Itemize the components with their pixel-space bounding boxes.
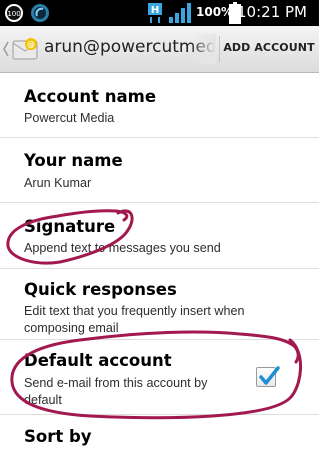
default-account-checkbox[interactable]	[256, 366, 280, 387]
svg-text:100: 100	[7, 10, 20, 18]
divider	[219, 36, 220, 62]
notification-badge-icon: 100	[4, 3, 24, 27]
setting-signature[interactable]: Signature Append text to messages you se…	[0, 203, 319, 269]
setting-summary: Powercut Media	[24, 111, 115, 125]
setting-title: Quick responses	[24, 280, 177, 299]
setting-summary-line: Send e-mail from this account by	[24, 376, 208, 390]
setting-title: Sort by	[24, 427, 92, 446]
setting-title: Account name	[24, 87, 157, 106]
setting-quick-responses[interactable]: Quick responses Edit text that you frequ…	[0, 269, 319, 340]
setting-title: Your name	[24, 151, 123, 170]
back-chevron-icon[interactable]	[2, 40, 10, 58]
h-network-icon: H	[147, 2, 163, 28]
action-bar: @ arun@powercutmedi ADD ACCOUNT	[0, 26, 319, 73]
title-fade	[190, 34, 216, 64]
app-circle-icon	[30, 3, 50, 27]
battery-percent: 100%	[196, 5, 234, 19]
email-app-icon[interactable]: @	[11, 36, 39, 64]
checkmark-icon	[259, 366, 280, 385]
signal-bars-icon	[168, 2, 192, 28]
setting-summary-line: composing email	[24, 321, 119, 335]
svg-text:@: @	[27, 40, 35, 49]
setting-sort-by[interactable]: Sort by	[0, 415, 319, 455]
setting-account-name[interactable]: Account name Powercut Media	[0, 73, 319, 138]
add-account-button[interactable]: ADD ACCOUNT	[223, 41, 315, 54]
account-title: arun@powercutmedi	[44, 37, 214, 57]
setting-title: Default account	[24, 351, 172, 370]
setting-default-account[interactable]: Default account Send e-mail from this ac…	[0, 340, 319, 415]
setting-summary-line: default	[24, 393, 62, 407]
clock: 10:21 PM	[237, 3, 307, 21]
setting-summary-line: Edit text that you frequently insert whe…	[24, 304, 245, 318]
setting-title: Signature	[24, 217, 116, 236]
svg-text:H: H	[151, 5, 159, 16]
setting-your-name[interactable]: Your name Arun Kumar	[0, 138, 319, 203]
setting-summary: Arun Kumar	[24, 176, 92, 190]
setting-summary: Append text to messages you send	[24, 241, 221, 255]
status-bar: 100 H 100% 10:21 PM	[0, 0, 319, 26]
